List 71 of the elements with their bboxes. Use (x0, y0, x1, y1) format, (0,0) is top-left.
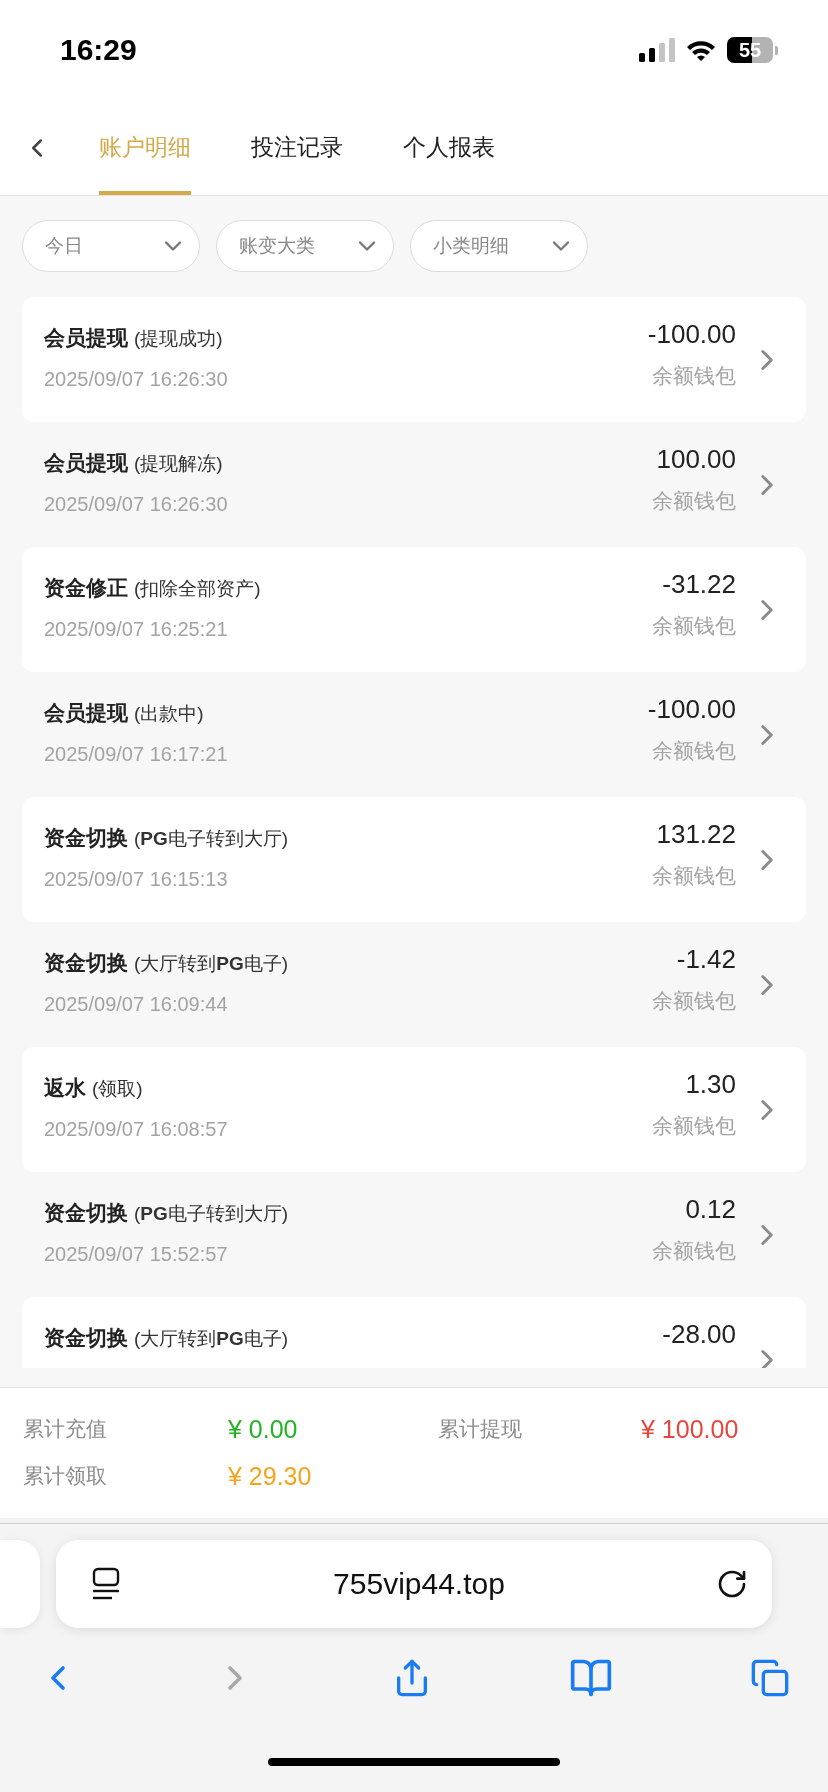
record-time: 2025/09/07 16:09:44 (44, 993, 229, 1016)
status-time: 16:29 (60, 33, 137, 67)
filter-dropdown[interactable]: 账变大类 (216, 220, 394, 272)
reload-button[interactable] (716, 1568, 748, 1600)
record-row[interactable]: 资金切换 (大厅转到PG电子) -28.00 (22, 1297, 806, 1368)
record-amount: -100.00 (647, 319, 736, 350)
address-bar[interactable]: 755vip44.top (56, 1540, 772, 1628)
record-row[interactable]: 会员提现 (提现成功) 2025/09/07 16:26:30 -100.00 余额钱包 (22, 297, 806, 422)
summary-label: 累计提现 (438, 1416, 523, 1442)
record-row[interactable]: 会员提现 (出款中) 2025/09/07 16:17:21 -100.00 余额钱包 (22, 672, 806, 797)
record-title: 资金切换 (44, 1325, 128, 1351)
record-title: 资金修正 (44, 575, 128, 601)
filter-dropdown[interactable]: 小类明细 (410, 220, 588, 272)
record-row[interactable]: 返水 (领取) 2025/09/07 16:08:57 1.30 余额钱包 (22, 1047, 806, 1172)
tabs-button[interactable] (750, 1658, 790, 1698)
record-wallet: 余额钱包 (652, 363, 736, 389)
record-wallet: 余额钱包 (652, 1238, 736, 1264)
record-row[interactable]: 资金修正 (扣除全部资产) 2025/09/07 16:25:21 -31.22 余额钱包 (22, 547, 806, 672)
record-time: 2025/09/07 16:15:13 (44, 868, 229, 891)
record-row[interactable]: 会员提现 (提现解冻) 2025/09/07 16:26:30 100.00 余额钱包 (22, 422, 806, 547)
reader-icon[interactable] (90, 1566, 122, 1602)
record-detail: (大厅转到PG电子) (134, 952, 289, 976)
record-amount: 131.22 (656, 819, 736, 850)
record-row[interactable]: 资金切换 (PG电子转到大厅) 2025/09/07 15:52:57 0.12 余额钱包 (22, 1172, 806, 1297)
record-detail: (PG电子转到大厅) (134, 1202, 289, 1226)
record-title: 会员提现 (44, 450, 128, 476)
signal-icon (639, 38, 675, 62)
record-amount: -1.42 (676, 944, 736, 975)
record-detail: (领取) (92, 1077, 143, 1101)
record-amount: -28.00 (662, 1319, 736, 1350)
record-detail: (提现解冻) (134, 452, 223, 476)
record-wallet: 余额钱包 (652, 863, 736, 889)
record-detail: (大厅转到PG电子) (134, 1327, 289, 1351)
filter-dropdown[interactable]: 今日 (22, 220, 200, 272)
record-detail: (PG电子转到大厅) (134, 827, 289, 851)
record-title: 资金切换 (44, 950, 128, 976)
record-time: 2025/09/07 16:08:57 (44, 1118, 229, 1141)
summary-label: 累计领取 (23, 1463, 108, 1489)
record-detail: (提现成功) (134, 327, 223, 351)
summary-value: ¥ 0.00 (228, 1415, 299, 1444)
record-time: 2025/09/07 16:25:21 (44, 618, 229, 641)
record-time: 2025/09/07 16:26:30 (44, 368, 229, 391)
record-row[interactable]: 资金切换 (大厅转到PG电子) 2025/09/07 16:09:44 -1.42 余额钱包 (22, 922, 806, 1047)
record-wallet: 余额钱包 (652, 613, 736, 639)
tab[interactable]: 个人报表 (403, 100, 495, 195)
record-wallet: 余额钱包 (652, 1113, 736, 1139)
summary-value: ¥ 100.00 (641, 1415, 740, 1444)
record-amount: 100.00 (656, 444, 736, 475)
record-amount: -31.22 (662, 569, 736, 600)
record-amount: -100.00 (647, 694, 736, 725)
record-time: 2025/09/07 16:26:30 (44, 493, 229, 516)
summary-label: 累计充值 (23, 1416, 108, 1442)
record-title: 会员提现 (44, 700, 128, 726)
record-wallet: 余额钱包 (652, 738, 736, 764)
record-title: 会员提现 (44, 325, 128, 351)
url-text: 755vip44.top (333, 1567, 505, 1601)
record-title: 资金切换 (44, 1200, 128, 1226)
wifi-icon (685, 38, 717, 62)
record-detail: (扣除全部资产) (134, 577, 261, 601)
summary-value: ¥ 29.30 (228, 1462, 313, 1491)
record-time: 2025/09/07 16:17:21 (44, 743, 229, 766)
record-amount: 1.30 (685, 1069, 736, 1100)
record-title: 返水 (44, 1075, 86, 1101)
record-time: 2025/09/07 15:52:57 (44, 1243, 229, 1266)
record-amount: 0.12 (685, 1194, 736, 1225)
record-wallet: 余额钱包 (652, 488, 736, 514)
record-detail: (出款中) (134, 702, 204, 726)
record-wallet: 余额钱包 (652, 988, 736, 1014)
record-title: 资金切换 (44, 825, 128, 851)
tab[interactable]: 投注记录 (251, 100, 343, 195)
record-row[interactable]: 资金切换 (PG电子转到大厅) 2025/09/07 16:15:13 131.22 余额钱包 (22, 797, 806, 922)
